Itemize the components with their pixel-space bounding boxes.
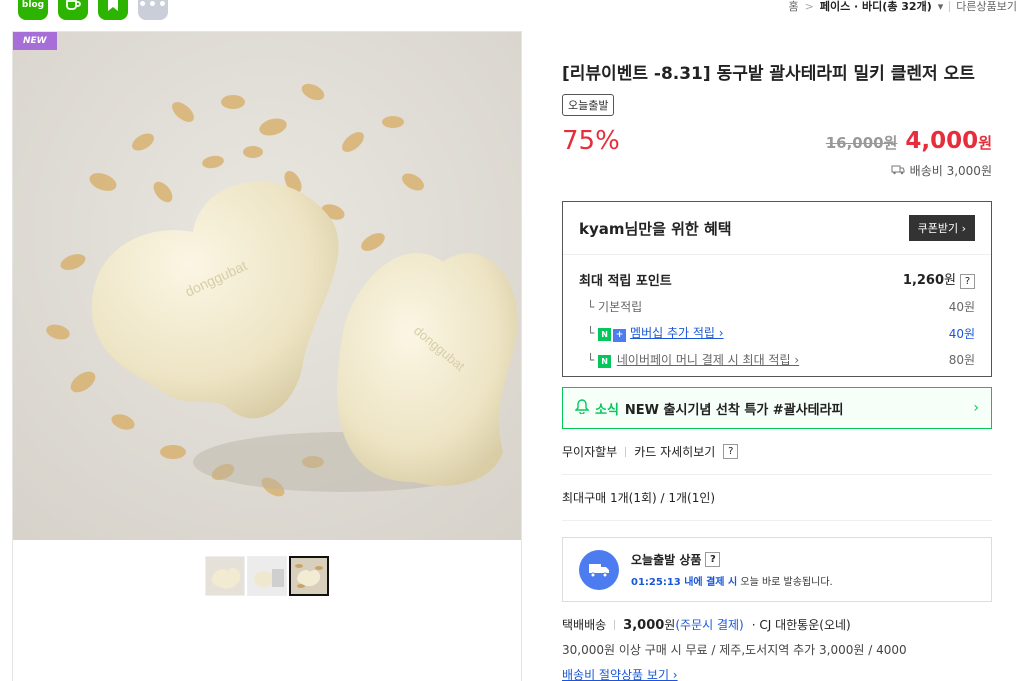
npay-points-value: 80원: [948, 353, 975, 367]
naver-n-icon: N: [598, 328, 612, 341]
benefit-body: 최대 적립 포인트 1,260원? └ 기본적립 40원 └ N + 멤버십 추가 …: [563, 255, 991, 368]
main-product-image[interactable]: donggubat donggubat: [13, 32, 521, 540]
delivery-fee: 3,000: [623, 618, 665, 633]
news-text: NEW 출시기념 선착 특가 #괄사테라피: [624, 402, 844, 418]
card-detail-link[interactable]: 카드 자세히보기: [634, 443, 715, 460]
breadcrumb-category[interactable]: 페이스 · 바디(총 32개): [820, 0, 932, 14]
breadcrumb: 홈 > 페이스 · 바디(총 32개) ▾ 다른상품보기: [789, 0, 1017, 14]
today-ship-title-row: 오늘출발 상품?: [631, 551, 833, 568]
chevron-right-icon: ›: [973, 400, 979, 416]
price-row: 75% 16,000원 4,000원: [562, 126, 992, 156]
blog-label: blog: [21, 0, 45, 10]
benefit-header: kyam님만을 위한 혜택 쿠폰받기 ›: [563, 202, 991, 255]
max-points-value: 1,260: [902, 273, 945, 288]
membership-points-value: 40원: [948, 326, 975, 341]
bookmark-share-icon[interactable]: [98, 0, 128, 20]
payment-row: 무이자할부 카드 자세히보기 ?: [562, 443, 992, 475]
caret-down-icon[interactable]: ▾: [938, 0, 944, 13]
membership-label-wrap: └ N + 멤버십 추가 적립 ›: [587, 326, 724, 342]
discount-rate: 75%: [562, 126, 620, 156]
product-title: [리뷰이벤트 -8.31] 동구밭 괄사테라피 밀키 클렌저 오트: [562, 64, 975, 84]
max-points-unit: 원: [944, 273, 956, 288]
price-group: 16,000원 4,000원: [826, 128, 992, 154]
npay-points-row: └ N 네이버페이 머니 결제 시 최대 적립 › 80원: [579, 351, 975, 368]
cafe-share-icon[interactable]: [58, 0, 88, 20]
news-label: 소식: [595, 402, 619, 418]
delivery-info: 택배배송 3,000원(주문시 결제) · CJ 대한통운(오네) 30,000…: [562, 616, 992, 681]
thumbnail-2[interactable]: [247, 556, 287, 596]
npay-label-wrap: └ N 네이버페이 머니 결제 시 최대 적립 ›: [587, 353, 800, 368]
delivery-fee-group: 3,000원(주문시 결제): [623, 616, 744, 633]
membership-points-row: └ N + 멤버십 추가 적립 › 40원: [579, 324, 975, 342]
purchase-limit: 최대구매 1개(1회) / 1개(1인): [562, 475, 992, 521]
thumbnail-list: [13, 556, 521, 596]
plus-icon: +: [613, 329, 627, 342]
news-banner[interactable]: 소식 NEW 출시기념 선착 특가 #괄사테라피 ›: [562, 387, 992, 429]
bell-icon: [574, 398, 590, 418]
npay-link[interactable]: 네이버페이 머니 결제 시 최대 적립 ›: [617, 353, 799, 367]
membership-link[interactable]: 멤버십 추가 적립 ›: [630, 326, 724, 340]
delivery-type: 택배배송: [562, 618, 607, 632]
new-badge: NEW: [13, 32, 57, 50]
blog-share-icon[interactable]: blog: [18, 0, 48, 20]
delivery-fee-unit: 원: [664, 618, 676, 632]
basic-points-row: └ 기본적립 40원: [579, 298, 975, 315]
installment-label: 무이자할부: [562, 445, 618, 459]
card-help-icon[interactable]: ?: [723, 444, 739, 459]
more-label: •••: [138, 0, 168, 13]
today-ship-desc: 오늘 바로 발송됩니다.: [737, 577, 833, 588]
coupon-button[interactable]: 쿠폰받기 ›: [908, 215, 975, 241]
basic-points-value: 40원: [948, 300, 975, 314]
npay-icon: N: [598, 355, 612, 368]
shipping-fee-text: 배송비 3,000원: [909, 164, 992, 178]
shipping-saving-link[interactable]: 배송비 절약상품 보기 ›: [562, 666, 992, 681]
thumbnail-1[interactable]: [205, 556, 245, 596]
original-price: 16,000원: [825, 134, 898, 152]
payment-divider: [625, 446, 627, 457]
breadcrumb-divider: [949, 0, 951, 12]
product-image-area: NEW donggubat donggubat: [12, 31, 522, 681]
sale-price-value: 4,000: [905, 128, 979, 154]
share-bar: blog •••: [18, 0, 168, 20]
max-points-amount: 1,260원?: [903, 269, 975, 289]
sale-price-unit: 원: [978, 134, 992, 152]
truck-icon: [891, 164, 905, 178]
news-content: 소식 NEW 출시기념 선착 특가 #괄사테라피: [574, 398, 844, 418]
breadcrumb-home[interactable]: 홈: [789, 0, 799, 14]
today-ship-help-icon[interactable]: ?: [705, 552, 721, 567]
points-help-icon[interactable]: ?: [960, 274, 975, 289]
delivery-row: 택배배송 3,000원(주문시 결제) · CJ 대한통운(오네): [562, 616, 992, 633]
thumbnail-3-selected[interactable]: [289, 556, 329, 596]
max-points-row: 최대 적립 포인트 1,260원?: [579, 269, 975, 289]
today-ship-desc-row: 01:25:13 내에 결제 시 오늘 바로 발송됩니다.: [631, 573, 833, 588]
delivery-divider: [614, 619, 616, 630]
delivery-fee-note: (주문시 결제): [675, 618, 744, 632]
basic-points-label: 기본적립: [598, 300, 643, 314]
today-ship-timer: 01:25:13 내에 결제 시: [631, 577, 738, 588]
today-ship-text: 오늘출발 상품? 01:25:13 내에 결제 시 오늘 바로 발송됩니다.: [631, 551, 833, 588]
more-share-icon[interactable]: •••: [138, 0, 168, 20]
basic-points-label-wrap: └ 기본적립: [587, 300, 643, 314]
today-ship-title: 오늘출발 상품: [631, 553, 702, 567]
breadcrumb-separator: >: [804, 0, 814, 13]
other-products-link[interactable]: 다른상품보기: [956, 0, 1017, 14]
sale-price: 4,000원: [905, 128, 992, 154]
today-ship-tag: 오늘출발: [562, 94, 615, 116]
benefit-title: kyam님만을 위한 혜택: [579, 219, 732, 238]
free-shipping-note: 30,000원 이상 구매 시 무료 / 제주,도서지역 추가 3,000원 /…: [562, 643, 907, 657]
benefit-box: kyam님만을 위한 혜택 쿠폰받기 › 최대 적립 포인트 1,260원? └…: [562, 201, 992, 377]
today-ship-box: 오늘출발 상품? 01:25:13 내에 결제 시 오늘 바로 발송됩니다.: [562, 537, 992, 602]
max-points-label: 최대 적립 포인트: [579, 273, 672, 289]
product-info-panel: [리뷰이벤트 -8.31] 동구밭 괄사테라피 밀키 클렌저 오트 오늘출발 7…: [562, 60, 992, 681]
delivery-carrier: · CJ 대한통운(오네): [751, 618, 851, 632]
shipping-fee: 배송비 3,000원: [562, 162, 992, 179]
delivery-truck-icon: [579, 549, 619, 590]
